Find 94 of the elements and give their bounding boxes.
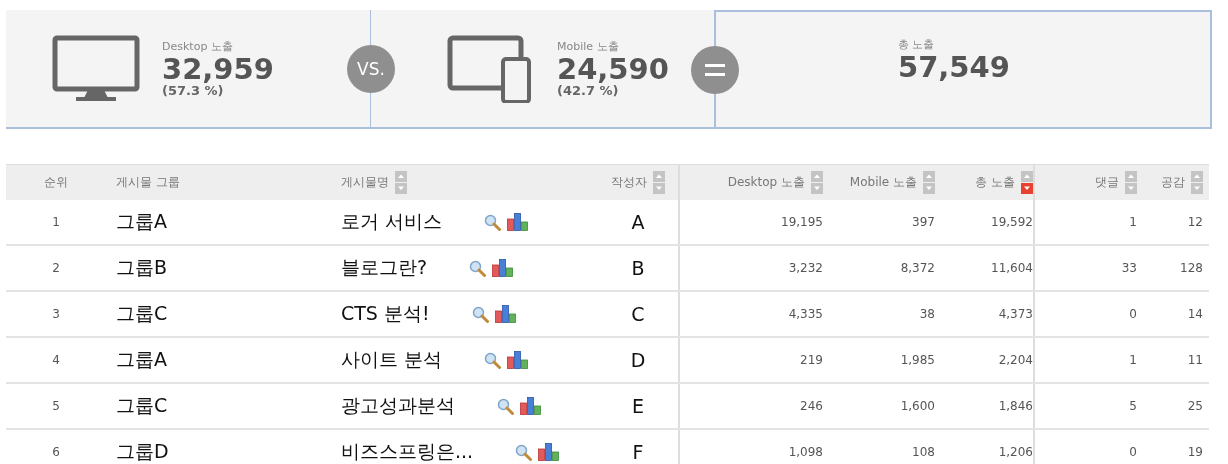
total-cell: 11,604 xyxy=(991,261,1033,275)
group-cell-text: 그룹B xyxy=(116,255,168,280)
likes-cell: 25 xyxy=(1187,399,1203,413)
sort-icon[interactable] xyxy=(1021,171,1033,194)
column-header: 댓글 xyxy=(1095,174,1119,191)
author-cell: D xyxy=(630,349,646,371)
comments-cell: 1 xyxy=(1129,353,1137,367)
vs-badge: VS. xyxy=(347,44,395,93)
column-header: 게시물 그룹 xyxy=(116,174,180,191)
post-title[interactable]: 광고성과분석 xyxy=(341,393,455,419)
bar-chart-icon[interactable] xyxy=(507,213,529,231)
column-header: 작성자 xyxy=(611,174,647,191)
likes-cell: 11 xyxy=(1187,353,1203,367)
column-header: Mobile 노출 xyxy=(849,174,917,191)
total-value: 57,549 xyxy=(898,52,1010,82)
sort-icon[interactable] xyxy=(1125,171,1137,194)
sort-icon[interactable] xyxy=(923,171,935,194)
mobile-value: 24,590 xyxy=(557,53,669,84)
mobile-share: (42.7 %) xyxy=(557,83,619,98)
mobile-label: Mobile 노출 xyxy=(557,39,620,54)
bar-chart-icon[interactable] xyxy=(520,397,541,415)
comments-cell: 1 xyxy=(1129,215,1137,229)
mobile-cell: 1,600 xyxy=(900,399,935,413)
total-cell: 4,373 xyxy=(998,307,1033,321)
magnifier-icon[interactable] xyxy=(471,305,489,323)
mobile-cell: 108 xyxy=(912,445,935,459)
magnifier-icon[interactable] xyxy=(484,351,502,369)
total-cell: 1,206 xyxy=(998,445,1033,459)
desktop-value: 32,959 xyxy=(162,53,274,84)
post-title[interactable]: 비즈스프링은... xyxy=(341,439,474,464)
post-title[interactable]: 로거 서비스 xyxy=(341,209,443,235)
column-header: 공감 xyxy=(1161,174,1185,191)
rank-cell: 2 xyxy=(52,261,60,275)
sort-icon[interactable] xyxy=(1191,171,1203,194)
author-cell: E xyxy=(632,395,644,417)
post-title[interactable]: CTS 분석! xyxy=(341,301,430,327)
desktop-share: (57.3 %) xyxy=(162,83,224,98)
sort-icon[interactable] xyxy=(811,171,823,194)
post-title[interactable]: 블로그란? xyxy=(341,255,428,281)
group-cell-text: 그룹C xyxy=(116,301,168,326)
group-cell-text: 그룹A xyxy=(116,209,167,234)
comments-cell: 33 xyxy=(1121,261,1137,275)
sort-icon[interactable] xyxy=(653,171,665,194)
comments-cell: 5 xyxy=(1129,399,1137,413)
column-header: Desktop 노출 xyxy=(727,174,805,191)
total-label: 총 노출 xyxy=(898,38,936,52)
total-cell: 2,204 xyxy=(998,353,1033,367)
mobile-cell: 1,985 xyxy=(900,353,935,367)
desktop-cell: 4,335 xyxy=(788,307,823,321)
desktop-label: Desktop 노출 xyxy=(162,39,234,54)
mobile-cell: 397 xyxy=(912,215,935,229)
tablet-phone-icon xyxy=(447,34,531,103)
rank-cell: 3 xyxy=(52,307,60,321)
rank-cell: 5 xyxy=(52,399,60,413)
rank-cell: 1 xyxy=(52,215,60,229)
desktop-cell: 3,232 xyxy=(788,261,823,275)
group-cell-text: 그룹C xyxy=(116,393,168,418)
monitor-icon xyxy=(52,34,140,103)
column-header: 총 노출 xyxy=(975,174,1015,191)
desktop-cell: 246 xyxy=(800,399,823,413)
comments-cell: 0 xyxy=(1129,445,1137,459)
likes-cell: 19 xyxy=(1187,445,1203,459)
desktop-cell: 19,195 xyxy=(781,215,823,229)
magnifier-icon[interactable] xyxy=(469,259,487,277)
magnifier-icon[interactable] xyxy=(515,443,533,461)
rank-cell: 6 xyxy=(52,445,60,459)
author-cell: F xyxy=(632,441,644,463)
mobile-cell: 8,372 xyxy=(900,261,935,275)
magnifier-icon[interactable] xyxy=(484,213,502,231)
author-cell: B xyxy=(631,257,645,279)
magnifier-icon[interactable] xyxy=(497,397,514,415)
rank-cell: 4 xyxy=(52,353,60,367)
likes-cell: 14 xyxy=(1187,307,1203,321)
total-cell: 19,592 xyxy=(991,215,1033,229)
likes-cell: 12 xyxy=(1187,215,1203,229)
sort-icon[interactable] xyxy=(395,171,407,194)
bar-chart-icon[interactable] xyxy=(507,351,529,369)
group-cell-text: 그룹A xyxy=(116,347,167,372)
author-cell: C xyxy=(631,303,645,325)
comments-cell: 0 xyxy=(1129,307,1137,321)
bar-chart-icon[interactable] xyxy=(538,443,560,461)
bar-chart-icon[interactable] xyxy=(494,305,516,323)
mobile-cell: 38 xyxy=(919,307,935,321)
bar-chart-icon[interactable] xyxy=(492,259,514,277)
column-header: 게시물명 xyxy=(341,174,389,191)
equals-icon xyxy=(691,45,739,94)
likes-cell: 128 xyxy=(1180,261,1203,275)
post-title[interactable]: 사이트 분석 xyxy=(341,347,443,373)
column-header: 순위 xyxy=(44,174,68,191)
total-cell: 1,846 xyxy=(998,399,1033,413)
desktop-cell: 219 xyxy=(800,353,823,367)
group-cell: 그룹D xyxy=(116,439,169,464)
author-cell: A xyxy=(631,211,645,233)
desktop-cell: 1,098 xyxy=(788,445,823,459)
